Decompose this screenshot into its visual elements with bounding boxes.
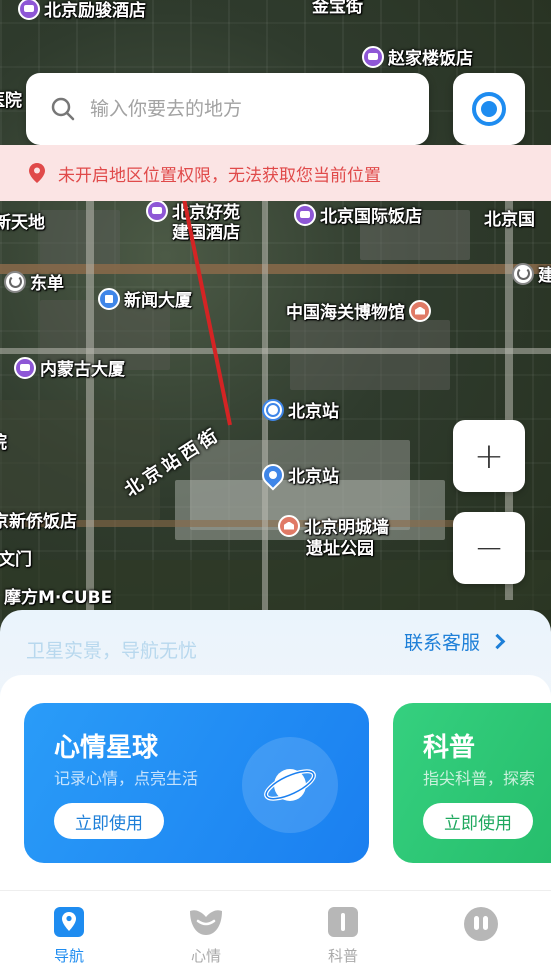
card-title: 科普: [423, 733, 476, 763]
profile-icon: [464, 907, 498, 941]
tab-science[interactable]: 科普: [298, 891, 388, 979]
contact-service-link[interactable]: 联系客服: [404, 628, 506, 655]
card-subtitle: 指尖科普，探索: [423, 769, 536, 788]
search-bar[interactable]: [26, 73, 429, 145]
map-pin-icon: [54, 907, 84, 937]
zoom-out-button[interactable]: −: [453, 512, 525, 584]
tagline: 卫星实景，导航无忧: [26, 640, 198, 662]
search-icon: [51, 97, 75, 121]
card-subtitle: 记录心情，点亮生活: [54, 769, 199, 788]
card-title: 心情星球: [54, 733, 159, 763]
tab-bar: 导航 心情 科普: [0, 890, 551, 979]
feature-cards: 心情星球 记录心情，点亮生活 立即使用 科普 指尖科普，探索 立即使用: [0, 675, 551, 890]
search-input[interactable]: [90, 98, 390, 120]
location-pin-icon: [29, 163, 45, 183]
use-now-button[interactable]: 立即使用: [54, 803, 164, 839]
tab-label: 导航: [53, 947, 84, 965]
use-now-button[interactable]: 立即使用: [423, 803, 533, 839]
tab-navigation[interactable]: 导航: [24, 891, 114, 979]
book-icon: [328, 907, 358, 937]
zoom-in-button[interactable]: +: [453, 420, 525, 492]
locate-button[interactable]: [453, 73, 525, 145]
tab-profile[interactable]: [436, 891, 526, 979]
tab-label: 心情: [190, 947, 221, 965]
planet-icon: [242, 737, 338, 833]
tab-label: 科普: [327, 947, 358, 965]
alert-text: 未开启地区位置权限，无法获取您当前位置: [58, 165, 381, 186]
tab-mood[interactable]: 心情: [161, 891, 251, 979]
heart-icon: [190, 910, 222, 935]
chevron-right-icon: [489, 633, 506, 650]
locate-icon: [472, 92, 506, 126]
card-mood-planet[interactable]: 心情星球 记录心情，点亮生活 立即使用: [24, 703, 369, 863]
location-permission-alert: 未开启地区位置权限，无法获取您当前位置: [0, 145, 551, 201]
card-science[interactable]: 科普 指尖科普，探索 立即使用: [393, 703, 551, 863]
